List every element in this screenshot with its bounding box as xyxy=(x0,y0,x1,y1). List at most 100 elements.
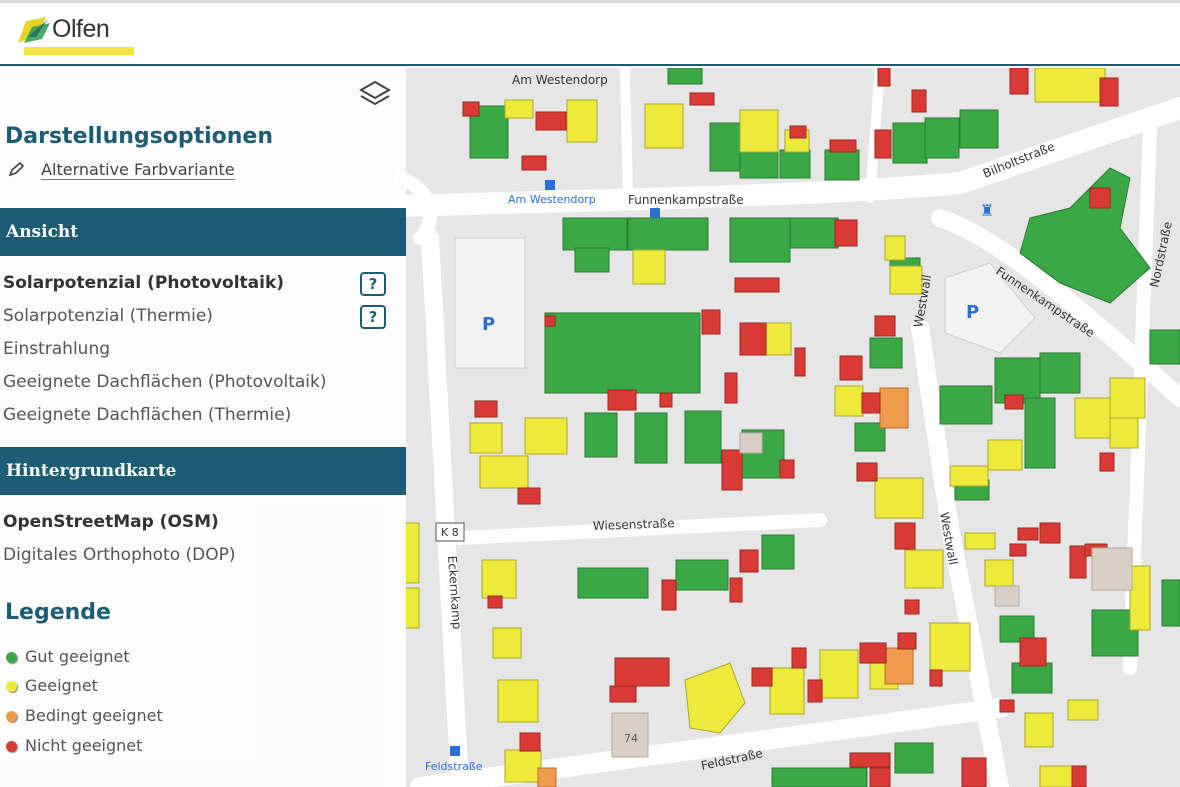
building xyxy=(1109,417,1139,449)
legend-dot-green xyxy=(6,652,17,663)
street-label-am-westendorp: Am Westendorp xyxy=(512,73,608,87)
building xyxy=(661,579,677,611)
building xyxy=(1039,352,1081,394)
building xyxy=(627,217,709,251)
building xyxy=(904,549,944,589)
building xyxy=(869,767,891,787)
building xyxy=(729,217,791,263)
building-supermarket xyxy=(544,312,701,394)
building xyxy=(609,685,637,703)
building xyxy=(584,412,618,458)
legend-label: Bedingt geeignet xyxy=(25,706,163,725)
help-button-photovoltaik[interactable]: ? xyxy=(360,272,386,296)
legend-label: Geeignet xyxy=(25,676,98,695)
building xyxy=(824,149,860,181)
option-einstrahlung[interactable]: Einstrahlung xyxy=(3,339,110,359)
alternative-color-toggle[interactable]: Alternative Farbvariante xyxy=(8,160,235,180)
building xyxy=(524,417,568,455)
parking-symbol: P xyxy=(966,302,979,323)
option-dachflaechen-photovoltaik[interactable]: Geeignete Dachflächen (Photovoltaik) xyxy=(3,372,326,392)
building xyxy=(829,139,857,153)
building xyxy=(474,400,498,418)
building xyxy=(1034,68,1106,103)
building xyxy=(701,309,721,335)
option-orthophoto[interactable]: Digitales Orthophoto (DOP) xyxy=(3,545,236,565)
building xyxy=(739,432,763,454)
building xyxy=(929,669,943,687)
building xyxy=(689,92,715,106)
olfen-logo[interactable]: Olfen xyxy=(12,13,134,59)
building xyxy=(1099,77,1119,107)
building xyxy=(779,459,795,479)
legend-dot-yellow xyxy=(6,681,17,692)
poi-label-am-westendorp: Am Westendorp xyxy=(508,193,596,206)
house-number: 74 xyxy=(624,732,638,745)
building xyxy=(479,455,529,489)
building xyxy=(729,577,743,603)
building xyxy=(869,337,903,369)
building xyxy=(839,355,863,381)
building xyxy=(807,679,823,703)
building xyxy=(994,585,1020,607)
solar-map-app: Olfen Am Westendorp Funnenkampstraße Bil… xyxy=(0,0,1180,787)
building xyxy=(517,487,541,505)
road-am-westendorp xyxy=(620,68,633,203)
building xyxy=(492,627,522,659)
building xyxy=(404,587,420,629)
building xyxy=(634,412,668,464)
legend-dot-orange xyxy=(6,711,17,722)
street-label-funnenkampstrasse: Funnenkampstraße xyxy=(628,193,744,207)
option-dachflaechen-thermie[interactable]: Geeignete Dachflächen (Thermie) xyxy=(3,405,291,425)
option-solar-photovoltaik[interactable]: Solarpotenzial (Photovoltaik) xyxy=(3,273,284,293)
building xyxy=(487,595,503,609)
building xyxy=(521,155,547,171)
building xyxy=(892,122,928,164)
building xyxy=(794,347,806,377)
building xyxy=(1071,765,1087,787)
legend-item-nicht-geeignet: Nicht geeignet xyxy=(6,736,142,755)
building xyxy=(497,679,539,723)
building xyxy=(1024,397,1056,469)
help-button-thermie[interactable]: ? xyxy=(360,305,386,329)
building xyxy=(566,99,598,143)
building xyxy=(1067,699,1099,721)
building xyxy=(859,642,887,664)
building xyxy=(739,549,759,573)
building xyxy=(469,422,503,454)
building xyxy=(1024,712,1054,748)
building xyxy=(874,477,924,519)
building xyxy=(739,109,779,153)
monument-icon: ♜ xyxy=(980,201,994,220)
road-shield-k8: K 8 xyxy=(435,522,465,542)
building xyxy=(1009,543,1027,557)
building xyxy=(834,385,864,417)
building xyxy=(577,567,649,599)
building xyxy=(1109,377,1146,419)
building xyxy=(789,217,839,249)
building xyxy=(769,667,805,715)
building xyxy=(764,322,792,356)
layers-icon[interactable] xyxy=(358,78,392,110)
building xyxy=(1149,329,1180,365)
building xyxy=(1074,397,1111,439)
street-label-wiesenstrasse: Wiesenstraße xyxy=(593,516,675,533)
building xyxy=(949,465,989,487)
building xyxy=(819,649,859,699)
parking-lot-west xyxy=(454,237,526,369)
building xyxy=(1009,68,1029,95)
option-openstreetmap[interactable]: OpenStreetMap (OSM) xyxy=(3,512,219,532)
option-solar-thermie[interactable]: Solarpotenzial (Thermie) xyxy=(3,306,213,326)
building xyxy=(504,99,534,119)
building xyxy=(879,387,909,429)
building xyxy=(779,149,811,179)
building xyxy=(721,449,743,491)
building xyxy=(861,392,881,414)
pencil-icon xyxy=(8,160,31,179)
section-header-view[interactable]: Ansicht xyxy=(0,208,406,256)
building xyxy=(667,68,703,85)
section-header-basemap[interactable]: Hintergrundkarte xyxy=(0,447,406,495)
building xyxy=(874,129,892,159)
building xyxy=(939,385,993,425)
building xyxy=(894,742,934,774)
building xyxy=(924,117,960,159)
